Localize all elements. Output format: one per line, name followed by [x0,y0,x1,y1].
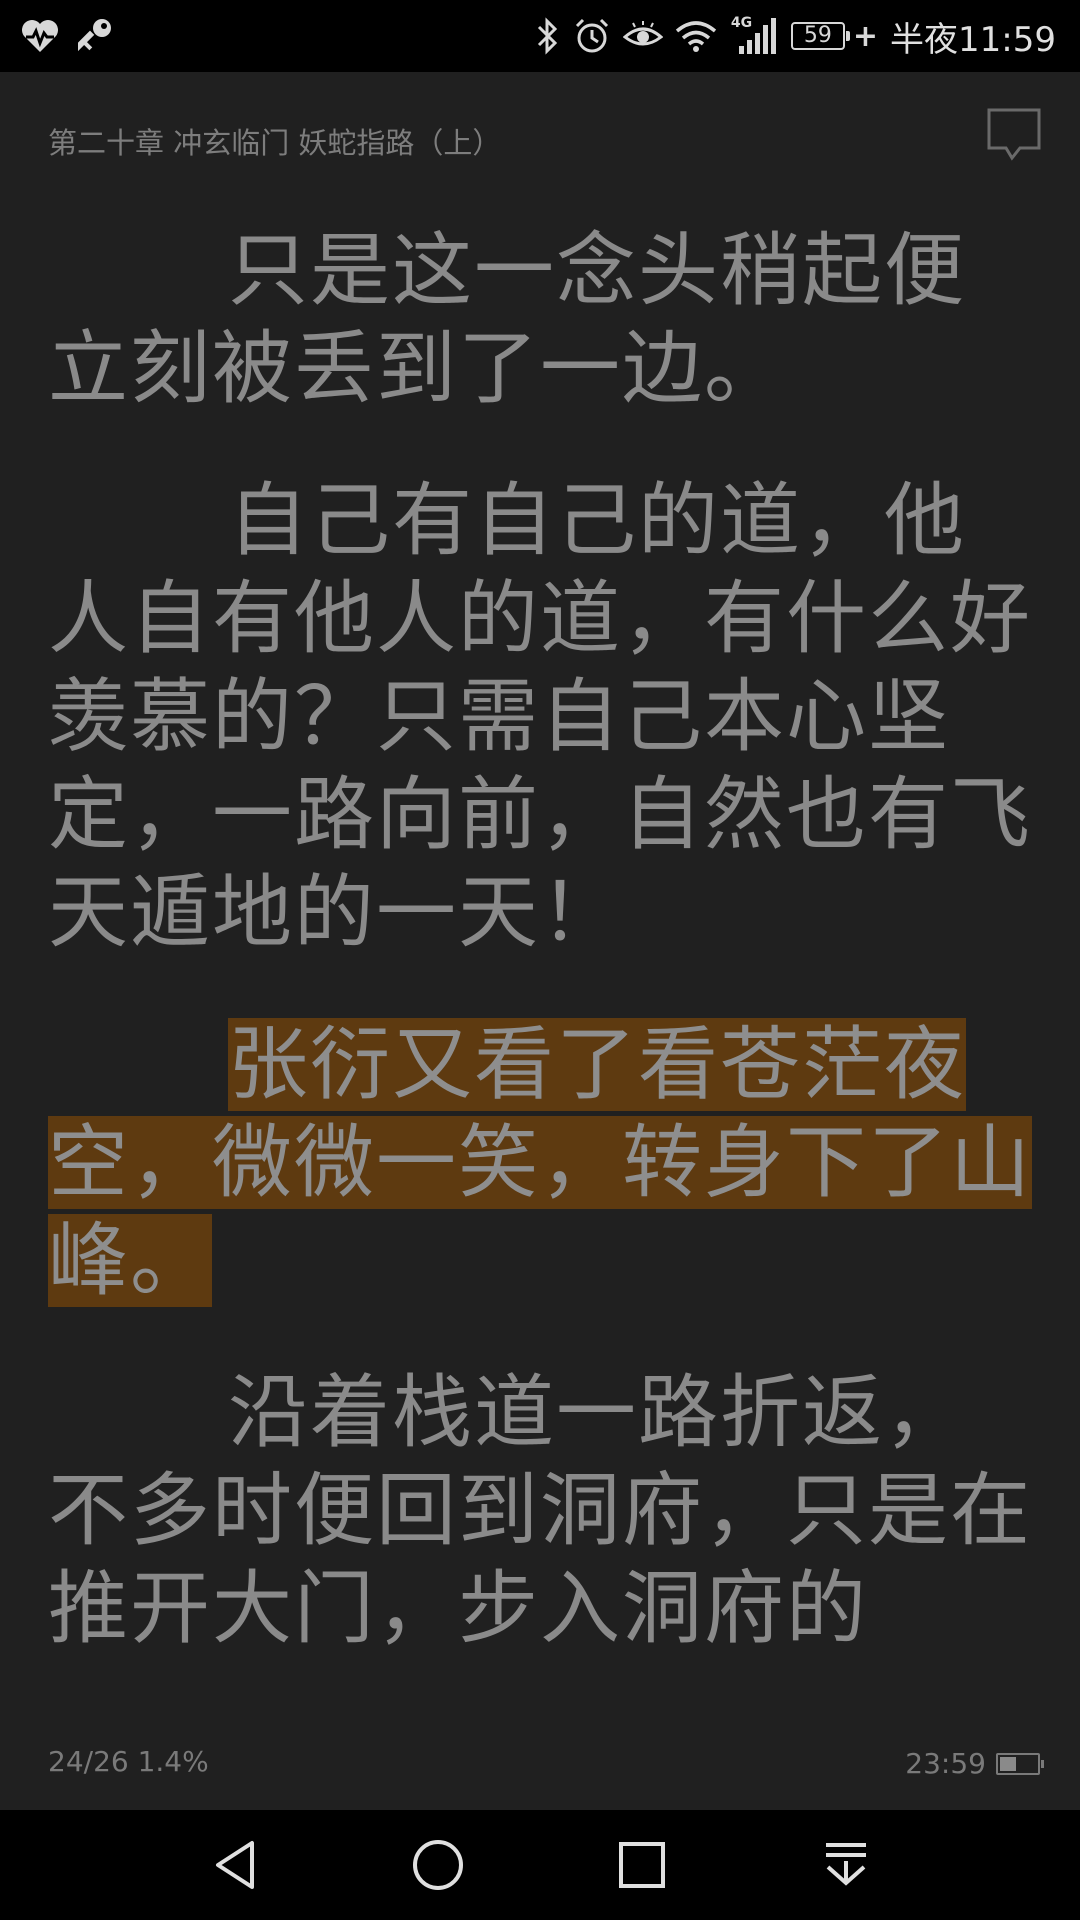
wifi-icon [675,19,717,53]
battery-icon: 59 [790,22,850,50]
reader-battery-level [1000,1756,1016,1771]
comment-button[interactable] [986,106,1042,162]
chapter-title: 第二十章 冲玄临门 妖蛇指路（上） [48,126,502,160]
eye-icon [622,19,663,53]
status-clock: 半夜11:59 [890,19,1056,60]
reader-footer-status: 23:59 [905,1747,1044,1780]
health-icon [20,18,60,54]
alarm-icon [573,17,611,55]
paragraph: 只是这一念头稍起便立刻被丢到了一边。 [48,224,966,415]
text-highlight[interactable]: 张衍又看了看苍茫夜空，微微一笑，转身下了山峰。 [48,1018,1032,1307]
recents-button[interactable] [612,1835,672,1895]
key-icon [78,16,114,56]
paragraph: 自己有自己的道，他人自有他人的道，有什么好羡慕的？只需自己本心坚定，一路向前，自… [48,474,1032,959]
comment-icon [987,108,1041,161]
back-icon [216,1841,254,1889]
bluetooth-icon [535,17,561,55]
home-icon [413,1840,463,1890]
navigation-bar [0,1810,1080,1920]
reader-page[interactable]: 第二十章 冲玄临门 妖蛇指路（上） 只是这一念头稍起便立刻被丢到了一边。 自己有… [0,72,1080,1810]
status-left-icons [20,14,114,58]
page-text[interactable]: 只是这一念头稍起便立刻被丢到了一边。 自己有自己的道，他人自有他人的道，有什么好… [48,222,1032,1712]
pull-down-button[interactable] [816,1835,876,1895]
recents-icon [619,1842,665,1888]
back-button[interactable] [206,1835,266,1895]
pull-down-icon [826,1843,866,1886]
reader-battery-icon [996,1752,1044,1775]
home-button[interactable] [408,1835,468,1895]
status-right-icons: 4G 59 + 半夜11:59 [535,10,1056,62]
status-bar: 4G 59 + 半夜11:59 [0,0,1080,72]
reader-clock: 23:59 [905,1747,986,1780]
page-progress: 24/26 1.4% [48,1745,209,1778]
highlighted-paragraph[interactable]: 张衍又看了看苍茫夜空，微微一笑，转身下了山峰。 [48,1016,1032,1310]
charging-indicator: + [852,18,879,54]
signal-icon: 4G [729,16,779,56]
paragraph: 沿着栈道一路折返，不多时便回到洞府，只是在推开大门，步入洞府的 [48,1366,1032,1655]
